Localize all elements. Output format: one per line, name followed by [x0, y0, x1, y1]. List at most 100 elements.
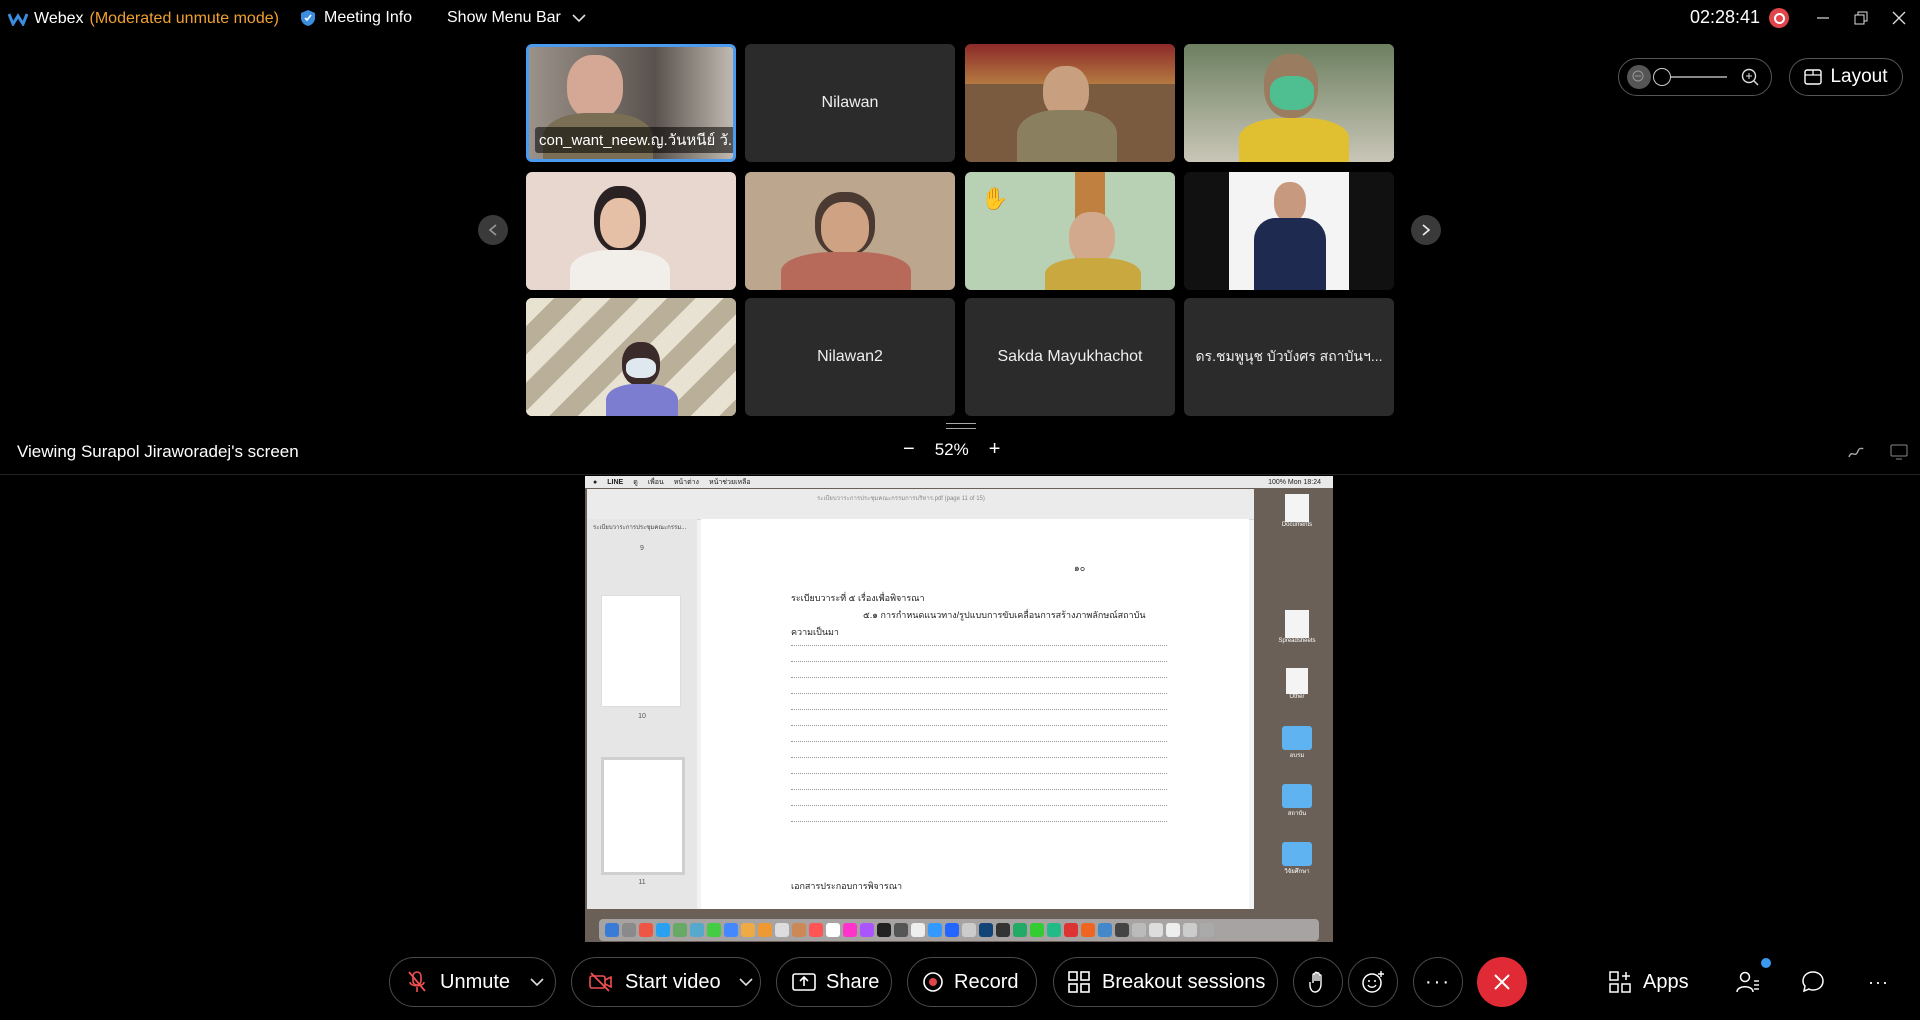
doc-docs: เอกสารประกอบการพิจารณา	[791, 881, 903, 891]
unmute-button[interactable]: Unmute	[389, 957, 556, 1007]
participant-tile[interactable]	[965, 44, 1175, 162]
participant-tile[interactable]	[1184, 172, 1394, 290]
participant-tile[interactable]	[526, 298, 736, 416]
chevron-down-icon[interactable]	[739, 977, 753, 987]
previous-page-button[interactable]	[478, 215, 508, 245]
mac-menu-item: LINE	[607, 478, 624, 486]
participant-name: Nilawan	[821, 94, 879, 111]
mac-menu-item: หน้าช่วยเหลือ	[708, 478, 751, 486]
share-window-icon[interactable]	[1890, 444, 1908, 460]
app-title: Webex (Moderated unmute mode)	[0, 10, 279, 28]
meeting-timer: 02:28:41	[1690, 7, 1761, 27]
page-thumbnail-selected	[601, 757, 685, 875]
more-icon: ···	[1425, 970, 1451, 993]
next-page-button[interactable]	[1411, 215, 1441, 245]
raise-hand-button[interactable]	[1293, 957, 1343, 1007]
dotted-line	[791, 773, 1167, 774]
recording-indicator-icon	[1769, 8, 1789, 28]
participant-name: Nilawan2	[817, 348, 883, 365]
thumbnail-sidebar: ระเบียบวาระการประชุมคณะกรรม... 9 10 11	[587, 519, 697, 909]
start-video-label: Start video	[625, 970, 721, 993]
video-off-icon	[589, 972, 612, 992]
page-thumbnail	[601, 595, 681, 707]
participant-tile[interactable]: Nilawan	[745, 44, 955, 162]
dotted-line	[791, 661, 1167, 662]
chat-button[interactable]	[1801, 957, 1825, 1007]
mic-muted-icon	[408, 971, 426, 992]
layout-button[interactable]: Layout	[1789, 58, 1903, 96]
participant-tile[interactable]: ✋	[965, 172, 1175, 290]
annotate-icon[interactable]	[1847, 443, 1865, 461]
close-icon	[1494, 974, 1510, 990]
participant-tile[interactable]: con_want_neew.ญ.วันหนีย์ วั...	[526, 44, 736, 162]
mode-label: (Moderated unmute mode)	[89, 10, 279, 27]
restore-button[interactable]	[1846, 6, 1876, 30]
unmute-label: Unmute	[440, 970, 511, 993]
notification-dot	[1761, 958, 1771, 968]
participant-tile[interactable]	[526, 172, 736, 290]
divider	[0, 474, 1920, 475]
app-name: Webex	[34, 10, 84, 27]
more-icon: ···	[1868, 971, 1889, 992]
mac-menu-item: เพื่อน	[647, 478, 664, 486]
mac-menu-item: หน้าต่าง	[673, 478, 699, 486]
meeting-controls: Unmute Start video Share Record Breakout…	[0, 944, 1920, 1020]
apple-icon: ●	[593, 478, 598, 486]
apps-label: Apps	[1643, 970, 1689, 993]
pdf-page: ๑๐ ระเบียบวาระที่ ๕ เรื่องเพื่อพิจารณา ๕…	[701, 519, 1249, 909]
meeting-info-label: Meeting Info	[324, 9, 413, 26]
participant-tile[interactable]	[745, 172, 955, 290]
participant-tile[interactable]: ดร.ชมพูนุช บัวบังศร สถาบันฯ...	[1184, 298, 1394, 416]
desktop-icon: Spreadsheets	[1277, 610, 1317, 644]
minimize-button[interactable]	[1808, 6, 1838, 30]
zoom-in-button[interactable]: +	[989, 438, 1001, 461]
zoom-in-icon[interactable]	[1741, 68, 1759, 86]
zoom-out-button[interactable]: −	[903, 438, 915, 461]
shared-screen[interactable]: ● LINE ดู เพื่อน หน้าต่าง หน้าช่วยเหลือ …	[585, 476, 1333, 942]
show-menu-bar-label: Show Menu Bar	[447, 9, 561, 26]
more-panels-button[interactable]: ···	[1868, 957, 1889, 1007]
zoom-out-icon[interactable]	[1627, 65, 1651, 89]
participant-tile[interactable]: Sakda Mayukhachot	[965, 298, 1175, 416]
close-icon	[1892, 11, 1906, 25]
page-number: 9	[640, 545, 644, 552]
emoji-icon	[1362, 971, 1384, 993]
participant-tile[interactable]: Nilawan2	[745, 298, 955, 416]
layout-icon	[1804, 69, 1823, 85]
participant-name: ดร.ชมพูนุช บัวบังศร สถาบันฯ...	[1195, 348, 1383, 364]
breakout-icon	[1068, 971, 1090, 993]
reactions-button[interactable]	[1348, 957, 1398, 1007]
doc-item: ๕.๑ การกำหนดแนวทาง/รูปแบบการขับเคลื่อนกา…	[863, 610, 1146, 620]
folder-icon: สถาบัน	[1277, 784, 1317, 818]
doc-page-no: ๑๐	[1074, 563, 1086, 573]
dotted-line	[791, 741, 1167, 742]
sidebar-header: ระเบียบวาระการประชุมคณะกรรม...	[593, 525, 687, 531]
close-window-button[interactable]	[1884, 6, 1914, 30]
dotted-line	[791, 821, 1167, 822]
show-menu-bar-button[interactable]: Show Menu Bar	[447, 9, 587, 27]
participant-name: con_want_neew.ญ.วันหนีย์ วั...	[535, 127, 733, 153]
mac-menu-item: ดู	[633, 478, 638, 486]
minimize-icon	[1817, 17, 1829, 19]
participant-tile[interactable]	[1184, 44, 1394, 162]
participants-button[interactable]	[1736, 957, 1760, 1007]
share-button[interactable]: Share	[776, 957, 892, 1007]
participant-name: Sakda Mayukhachot	[997, 348, 1143, 365]
chevron-left-icon	[488, 224, 497, 236]
record-button[interactable]: Record	[907, 957, 1037, 1007]
chevron-down-icon[interactable]	[530, 977, 544, 987]
start-video-button[interactable]: Start video	[571, 957, 761, 1007]
leave-meeting-button[interactable]	[1477, 957, 1527, 1007]
breakout-sessions-button[interactable]: Breakout sessions	[1053, 957, 1278, 1007]
apps-icon	[1609, 971, 1631, 993]
resize-handle[interactable]	[946, 423, 976, 429]
dotted-line	[791, 789, 1167, 790]
apps-button[interactable]: Apps	[1609, 957, 1689, 1007]
meeting-info-button[interactable]: Meeting Info	[300, 9, 412, 27]
record-label: Record	[954, 970, 1019, 993]
dotted-line	[791, 693, 1167, 694]
more-options-button[interactable]: ···	[1413, 957, 1463, 1007]
zoom-slider[interactable]	[1653, 68, 1727, 86]
folder-icon: อบรม	[1277, 726, 1317, 760]
video-zoom-control[interactable]	[1618, 58, 1772, 96]
